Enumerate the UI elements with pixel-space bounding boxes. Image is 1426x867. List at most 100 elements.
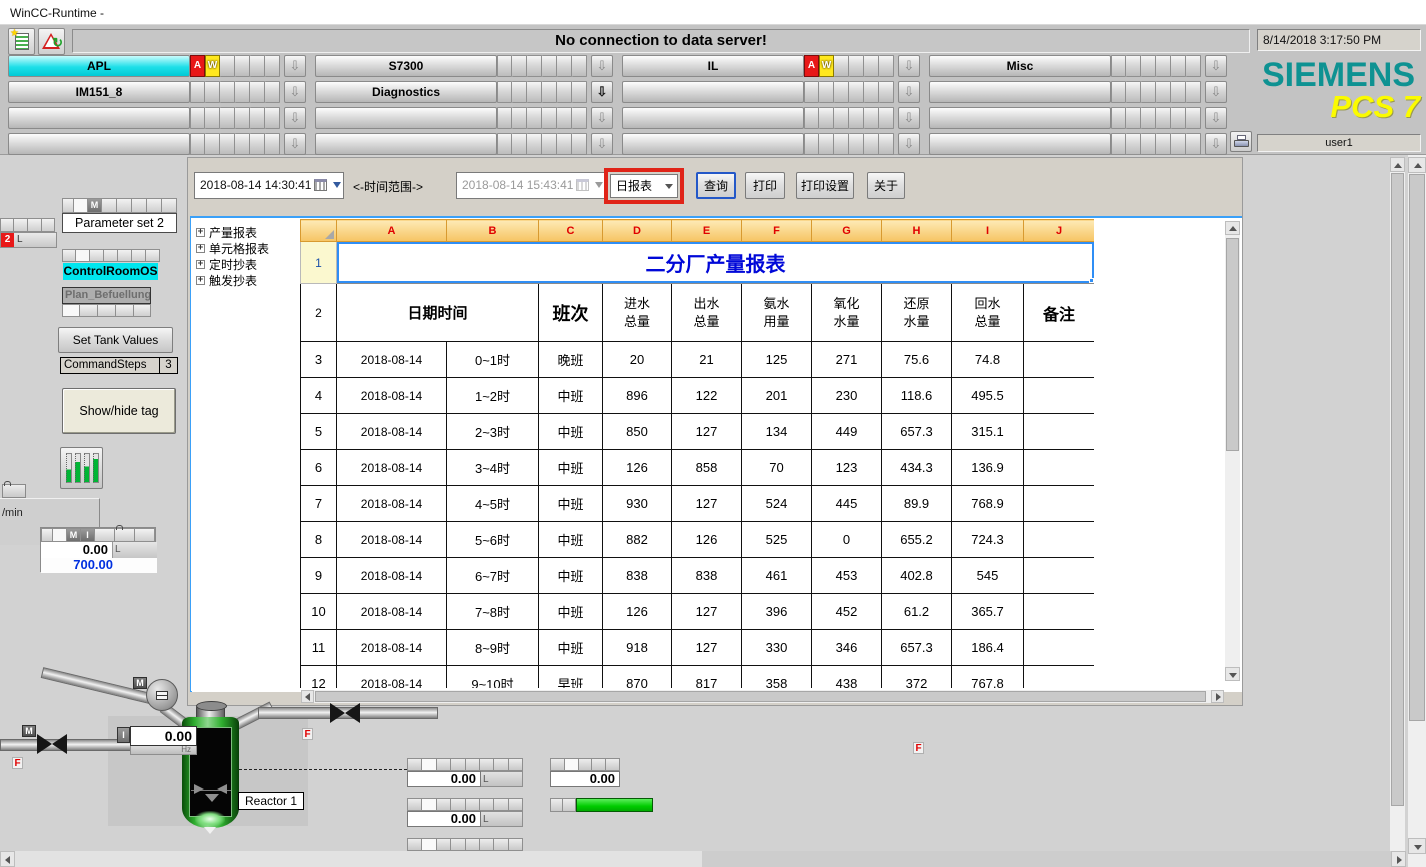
header-ammonia[interactable]: 氨水 用量 (742, 284, 812, 342)
row-header[interactable]: 6 (301, 450, 337, 486)
tag-group-button[interactable]: S7300 (315, 55, 497, 77)
group-dropdown-button[interactable]: ⇩ (898, 133, 920, 155)
motor-badge[interactable]: M (22, 725, 36, 737)
column-header[interactable]: B (447, 220, 539, 242)
cell-value[interactable]: 657.3 (882, 630, 952, 666)
cell-value[interactable]: 358 (742, 666, 812, 689)
tank-setpoint-value[interactable]: 700.00 (41, 558, 157, 573)
cell-date[interactable]: 2018-08-14 (337, 450, 447, 486)
cell-value[interactable]: 127 (672, 630, 742, 666)
fault-badge[interactable]: F (913, 742, 924, 754)
command-steps-value[interactable]: 3 (160, 357, 178, 374)
cell-value[interactable]: 817 (672, 666, 742, 689)
group-dropdown-button[interactable]: ⇩ (591, 81, 613, 103)
header-oxidation[interactable]: 氧化 水量 (812, 284, 882, 342)
row-header[interactable]: 5 (301, 414, 337, 450)
scroll-left-button[interactable] (301, 690, 314, 703)
manual-mode-button[interactable]: M (88, 198, 102, 213)
cell-date[interactable]: 2018-08-14 (337, 666, 447, 689)
cell-value[interactable]: 134 (742, 414, 812, 450)
cell-value[interactable]: 402.8 (882, 558, 952, 594)
tag-group-button[interactable] (929, 107, 1111, 129)
cell-value[interactable]: 123 (812, 450, 882, 486)
column-header[interactable]: E (672, 220, 742, 242)
level-value[interactable]: 0.00 (550, 771, 620, 787)
cell-shift[interactable]: 中班 (539, 450, 603, 486)
header-water-in[interactable]: 进水 总量 (603, 284, 672, 342)
cell-note[interactable] (1024, 378, 1095, 414)
tag-group-button[interactable] (929, 81, 1111, 103)
scrollbar-thumb[interactable] (1391, 173, 1404, 806)
group-dropdown-button[interactable]: ⇩ (284, 55, 306, 77)
print-button[interactable] (1230, 131, 1252, 152)
group-dropdown-button[interactable]: ⇩ (898, 55, 920, 77)
cell-value[interactable]: 449 (812, 414, 882, 450)
row-header[interactable]: 9 (301, 558, 337, 594)
scroll-up-button[interactable] (1408, 157, 1426, 173)
selection-handle[interactable] (1089, 278, 1094, 283)
row-header[interactable]: 3 (301, 342, 337, 378)
new-report-button[interactable]: ★ (8, 28, 35, 55)
cell-date[interactable]: 2018-08-14 (337, 342, 447, 378)
group-dropdown-button[interactable]: ⇩ (284, 107, 306, 129)
internal-mode-button[interactable]: I (117, 727, 130, 743)
cell-value[interactable]: 118.6 (882, 378, 952, 414)
cell-value[interactable]: 524 (742, 486, 812, 522)
scroll-down-button[interactable] (1225, 667, 1240, 681)
cell-time[interactable]: 4~5时 (447, 486, 539, 522)
cell-time[interactable]: 0~1时 (447, 342, 539, 378)
column-header[interactable]: A (337, 220, 447, 242)
faceplate-sliders-button[interactable] (60, 447, 103, 489)
row-header[interactable]: 7 (301, 486, 337, 522)
cell-value[interactable]: 838 (603, 558, 672, 594)
cell-shift[interactable]: 中班 (539, 522, 603, 558)
scroll-up-button[interactable] (1390, 157, 1405, 172)
cell-value[interactable]: 396 (742, 594, 812, 630)
sheet-vertical-scrollbar[interactable] (1225, 221, 1240, 681)
cell-value[interactable]: 461 (742, 558, 812, 594)
cell-value[interactable]: 127 (672, 594, 742, 630)
scroll-down-button[interactable] (1408, 838, 1426, 854)
cell-value[interactable]: 89.9 (882, 486, 952, 522)
cell-value[interactable]: 75.6 (882, 342, 952, 378)
cell-time[interactable]: 7~8时 (447, 594, 539, 630)
cell-value[interactable]: 767.8 (952, 666, 1024, 689)
cell-time[interactable]: 6~7时 (447, 558, 539, 594)
cell-value[interactable]: 20 (603, 342, 672, 378)
header-return[interactable]: 回水 总量 (952, 284, 1024, 342)
cell-value[interactable]: 838 (672, 558, 742, 594)
cell-date[interactable]: 2018-08-14 (337, 522, 447, 558)
cell-value[interactable]: 122 (672, 378, 742, 414)
cell-value[interactable]: 495.5 (952, 378, 1024, 414)
cell-value[interactable]: 315.1 (952, 414, 1024, 450)
level-value[interactable]: 0.00 (407, 771, 481, 787)
tag-group-button[interactable]: IM151_8 (8, 81, 190, 103)
about-button[interactable]: 关于 (867, 172, 905, 199)
column-header[interactable]: I (952, 220, 1024, 242)
level-value[interactable]: 0.00 (407, 811, 481, 827)
column-header[interactable]: H (882, 220, 952, 242)
tree-item[interactable]: 产量报表 (196, 224, 297, 240)
cell-value[interactable]: 330 (742, 630, 812, 666)
print-setup-button[interactable]: 打印设置 (796, 172, 854, 199)
parameter-set-display[interactable]: Parameter set 2 (62, 213, 177, 233)
cell-shift[interactable]: 中班 (539, 630, 603, 666)
tag-group-button[interactable] (622, 133, 804, 155)
column-header[interactable]: C (539, 220, 603, 242)
cell-value[interactable]: 453 (812, 558, 882, 594)
tag-group-button[interactable] (8, 107, 190, 129)
sheet-horizontal-scrollbar[interactable] (301, 690, 1224, 703)
tag-group-button[interactable]: APL (8, 55, 190, 77)
cell-time[interactable]: 9~10时 (447, 666, 539, 689)
tree-expand-icon[interactable] (196, 244, 205, 253)
tank-level-value[interactable]: 0.00 (41, 542, 113, 558)
query-button[interactable]: 查询 (696, 172, 736, 199)
tag-group-button[interactable] (315, 133, 497, 155)
cell-shift[interactable]: 中班 (539, 414, 603, 450)
cell-value[interactable]: 74.8 (952, 342, 1024, 378)
header-note[interactable]: 备注 (1024, 284, 1095, 342)
outer-vertical-scrollbar[interactable] (1408, 155, 1426, 867)
cell-date[interactable]: 2018-08-14 (337, 630, 447, 666)
group-dropdown-button[interactable]: ⇩ (898, 107, 920, 129)
column-header[interactable]: J (1024, 220, 1095, 242)
